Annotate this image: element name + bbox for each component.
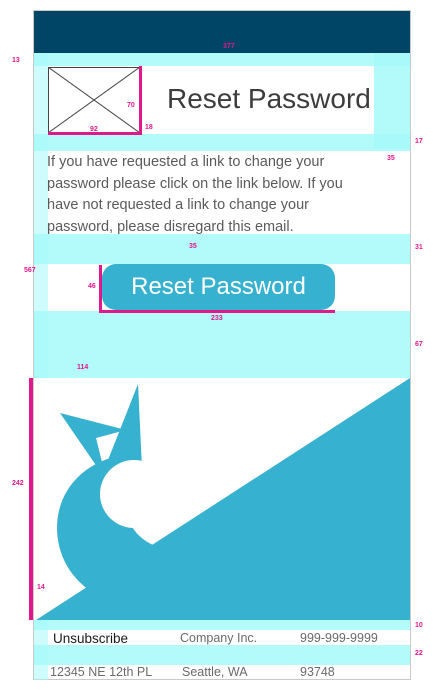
annotation-label: 46 [88,283,96,290]
annotation-label: 70 [127,102,135,109]
spacing-overlay [34,134,410,151]
company-name: Company Inc. [180,631,258,645]
body-text: If you have requested a link to change y… [47,154,343,235]
annotation-label: 242 [12,480,24,487]
spacing-overlay [34,53,410,66]
header-bar [34,11,410,53]
annotation-label: 10 [415,622,423,629]
annotation-label: 14 [37,584,45,591]
annotation-label: 92 [90,126,98,133]
annotation-label: 31 [415,244,423,251]
annotation-label: 13 [12,57,20,64]
spacing-overlay [34,620,410,630]
annotation-label: 22 [415,650,423,657]
annotation-label: 18 [145,124,153,131]
dimension-line [29,378,33,620]
zip-code: 93748 [300,665,335,679]
dimension-line [139,66,142,135]
annotation-label: 35 [189,243,197,250]
annotation-label: 233 [211,315,223,322]
hero-arrow-graphic [34,378,410,620]
city-state: Seattle, WA [182,665,248,679]
annotation-label: 114 [77,364,89,371]
page-title: Reset Password [167,83,371,114]
spacing-overlay [34,645,410,665]
dimension-line [99,310,335,313]
address-line: 12345 NE 12th PL [50,665,153,679]
logo-placeholder-icon [48,67,140,133]
spacing-overlay [34,234,410,264]
annotation-label: 377 [223,43,235,50]
phone-number: 999-999-9999 [300,631,378,645]
annotation-label: 567 [24,267,36,274]
reset-password-button[interactable]: Reset Password [102,264,335,310]
annotation-label: 67 [415,341,423,348]
annotation-label: 35 [387,155,395,162]
annotation-label: 17 [415,138,423,145]
unsubscribe-link[interactable]: Unsubscribe [53,631,128,646]
